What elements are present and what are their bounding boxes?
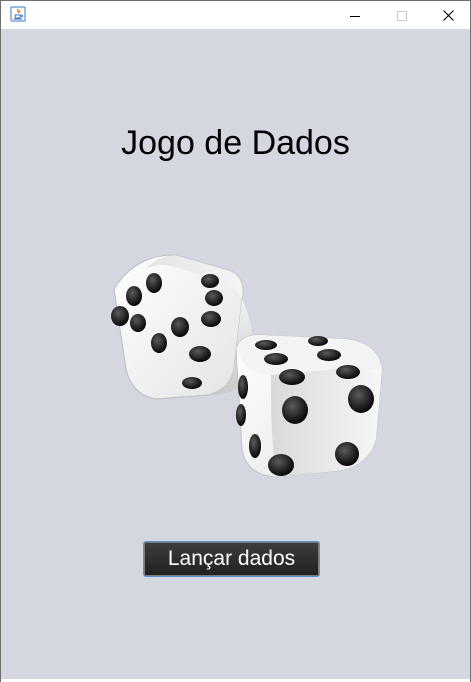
maximize-button[interactable] (379, 1, 425, 29)
roll-dice-button[interactable]: Lançar dados (143, 541, 320, 577)
close-icon (442, 6, 454, 25)
maximize-icon (397, 6, 407, 25)
page-title: Jogo de Dados (121, 124, 350, 162)
die-front (235, 334, 383, 478)
minimize-button[interactable] (332, 1, 378, 29)
java-app-icon[interactable] (10, 6, 26, 22)
dice-image (111, 254, 383, 478)
die-back (111, 254, 254, 400)
app-window: Jogo de Dados Lançar dados (0, 0, 471, 682)
close-button[interactable] (425, 1, 471, 29)
content-panel: Jogo de Dados Lançar dados (1, 29, 470, 679)
title-bar[interactable] (1, 1, 470, 29)
minimize-icon (350, 6, 360, 25)
